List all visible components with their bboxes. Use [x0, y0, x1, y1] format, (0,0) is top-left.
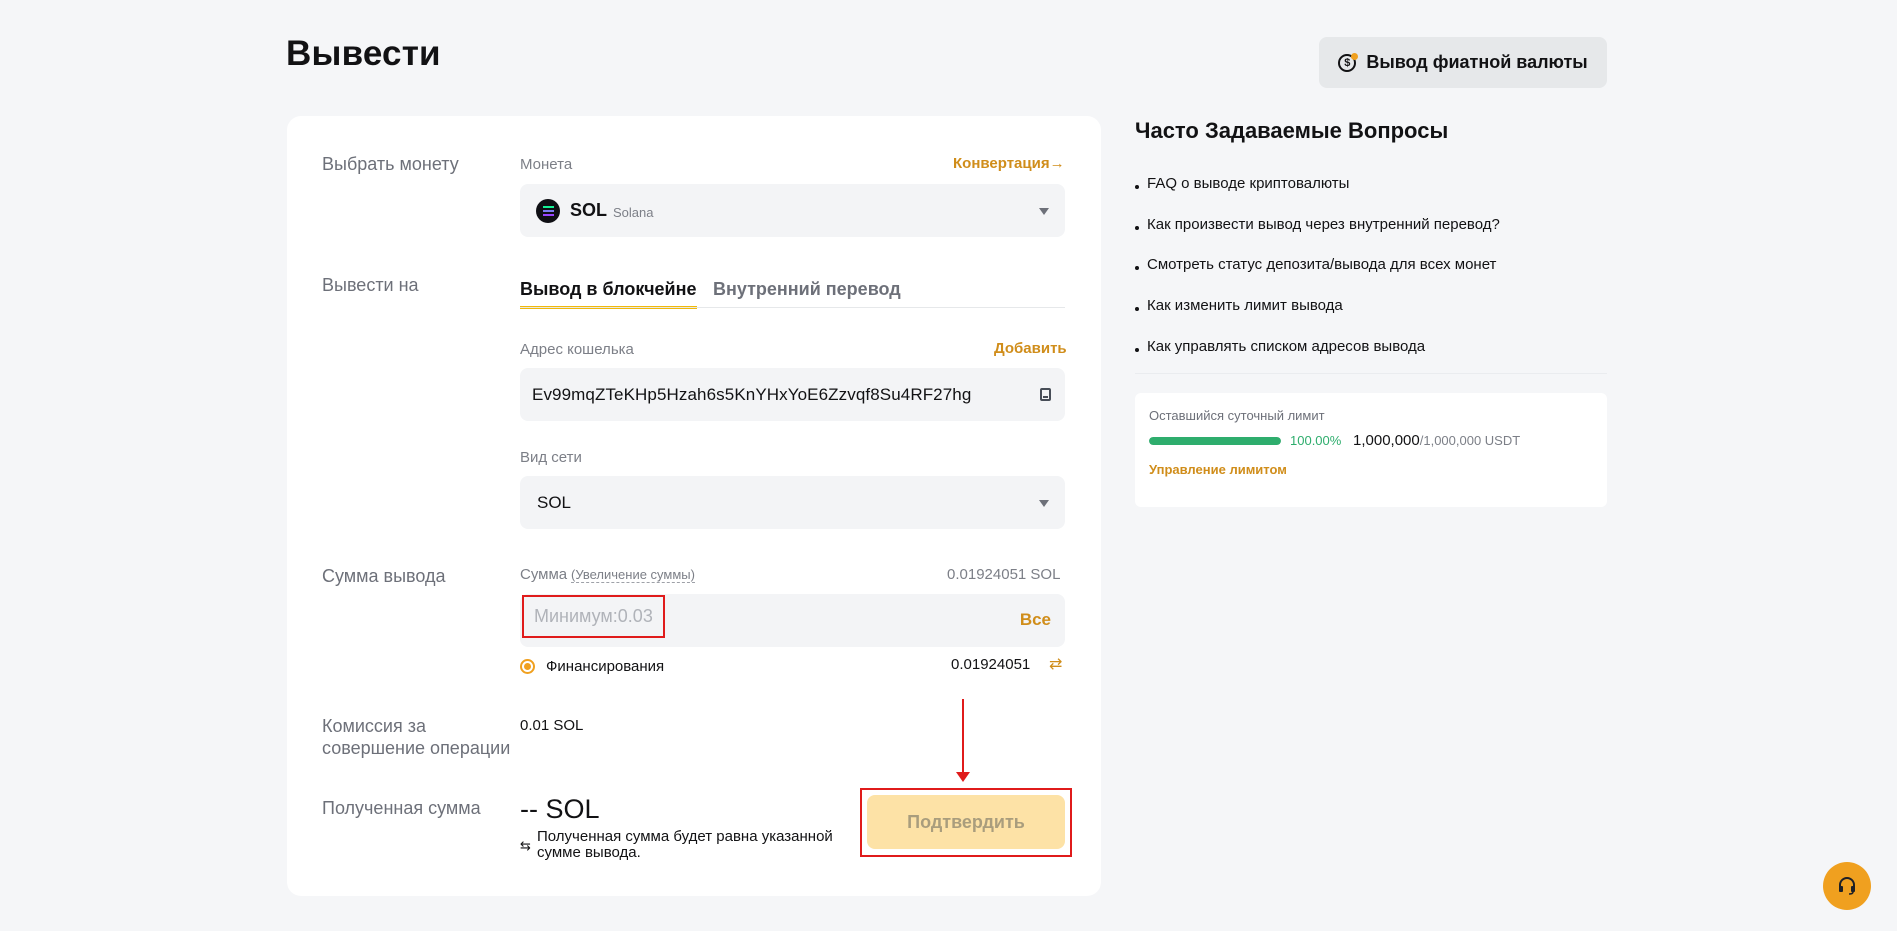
bullet-icon	[1135, 185, 1139, 189]
coin-select[interactable]: SOL Solana	[520, 184, 1065, 237]
fee-label: Комиссия за совершение операции	[322, 716, 511, 758]
annotation-arrow-head	[956, 772, 970, 782]
faq-item[interactable]: Как произвести вывод через внутренний пе…	[1147, 216, 1500, 233]
faq-item[interactable]: Как управлять списком адресов вывода	[1147, 338, 1425, 355]
bullet-icon	[1135, 226, 1139, 230]
limit-progress-bar	[1149, 437, 1281, 445]
bullet-icon	[1135, 266, 1139, 270]
network-label: Вид сети	[520, 449, 582, 466]
daily-limit-title: Оставшийся суточный лимит	[1149, 408, 1325, 423]
faq-divider	[1135, 373, 1607, 374]
headset-icon	[1839, 877, 1855, 895]
received-amount-note: Полученная сумма будет равна указанной с…	[537, 828, 833, 861]
coin-name: Solana	[613, 204, 654, 220]
wallet-address-value: Ev99mqZTeKHp5Hzah6s5KnYHxYoE6Zzvqf8Su4RF…	[532, 384, 972, 404]
page-title: Вывести	[286, 34, 441, 73]
funding-label: Финансирования	[546, 658, 665, 675]
withdraw-amount-label: Сумма вывода	[322, 566, 446, 586]
fiat-withdraw-button[interactable]: $ Вывод фиатной валюты	[1319, 37, 1607, 88]
convert-link[interactable]: Конвертация→	[953, 155, 1065, 172]
solana-coin-icon	[536, 198, 560, 223]
wallet-address-input[interactable]: Ev99mqZTeKHp5Hzah6s5KnYHxYoE6Zzvqf8Su4RF…	[520, 368, 1065, 421]
funding-balance: 0.01924051	[951, 656, 1031, 673]
limit-percent: 100.00%	[1290, 433, 1342, 448]
faq-title: Часто Задаваемые Вопросы	[1135, 118, 1449, 143]
received-amount-label: Полученная сумма	[322, 798, 481, 818]
max-all-button[interactable]: Все	[1020, 610, 1051, 630]
chevron-down-icon	[1039, 499, 1049, 507]
select-coin-label: Выбрать монету	[322, 154, 459, 174]
fiat-currency-icon: $	[1338, 52, 1359, 72]
received-amount-value: -- SOL	[520, 794, 600, 824]
increase-amount-link[interactable]: (Увеличение суммы)	[571, 567, 695, 583]
withdraw-to-label: Вывести на	[322, 275, 419, 295]
limit-progress-fill	[1149, 437, 1281, 445]
coin-symbol: SOL	[570, 200, 608, 220]
tab-internal-transfer[interactable]: Внутренний перевод	[713, 279, 901, 306]
limit-used: 1,000,000/1,000,000 USDT	[1353, 432, 1521, 449]
add-address-link[interactable]: Добавить	[994, 340, 1067, 357]
amount-input[interactable]	[522, 595, 665, 638]
faq-item[interactable]: Как изменить лимит вывода	[1147, 297, 1343, 314]
tab-onchain-withdraw[interactable]: Вывод в блокчейне	[520, 279, 697, 309]
confirm-button[interactable]: Подтвердить	[867, 795, 1065, 849]
faq-item[interactable]: FAQ о выводе криптовалюты	[1147, 175, 1349, 192]
swap-arrows-icon: ⇆	[520, 838, 531, 853]
fiat-withdraw-label: Вывод фиатной валюты	[1366, 52, 1588, 72]
coin-field-label: Монета	[520, 156, 573, 173]
arrow-right-icon: →	[1049, 155, 1065, 172]
chevron-down-icon	[1039, 207, 1049, 215]
network-select[interactable]: SOL	[520, 476, 1065, 529]
amount-field-label: Сумма	[520, 566, 568, 583]
fee-value: 0.01 SOL	[520, 717, 584, 734]
wallet-address-label: Адрес кошелька	[520, 341, 634, 358]
support-chat-button[interactable]	[1823, 862, 1871, 910]
tabs-divider	[520, 307, 1065, 308]
funding-radio[interactable]	[520, 659, 535, 674]
annotation-arrow	[962, 699, 964, 777]
bullet-icon	[1135, 307, 1139, 311]
address-book-icon[interactable]	[1040, 387, 1051, 401]
network-value: SOL	[537, 492, 572, 512]
transfer-swap-icon[interactable]: ⇄	[1049, 654, 1062, 674]
bullet-icon	[1135, 348, 1139, 352]
manage-limit-link[interactable]: Управление лимитом	[1149, 462, 1287, 477]
available-balance: 0.01924051 SOL	[947, 566, 1061, 583]
faq-item[interactable]: Смотреть статус депозита/вывода для всех…	[1147, 256, 1496, 273]
